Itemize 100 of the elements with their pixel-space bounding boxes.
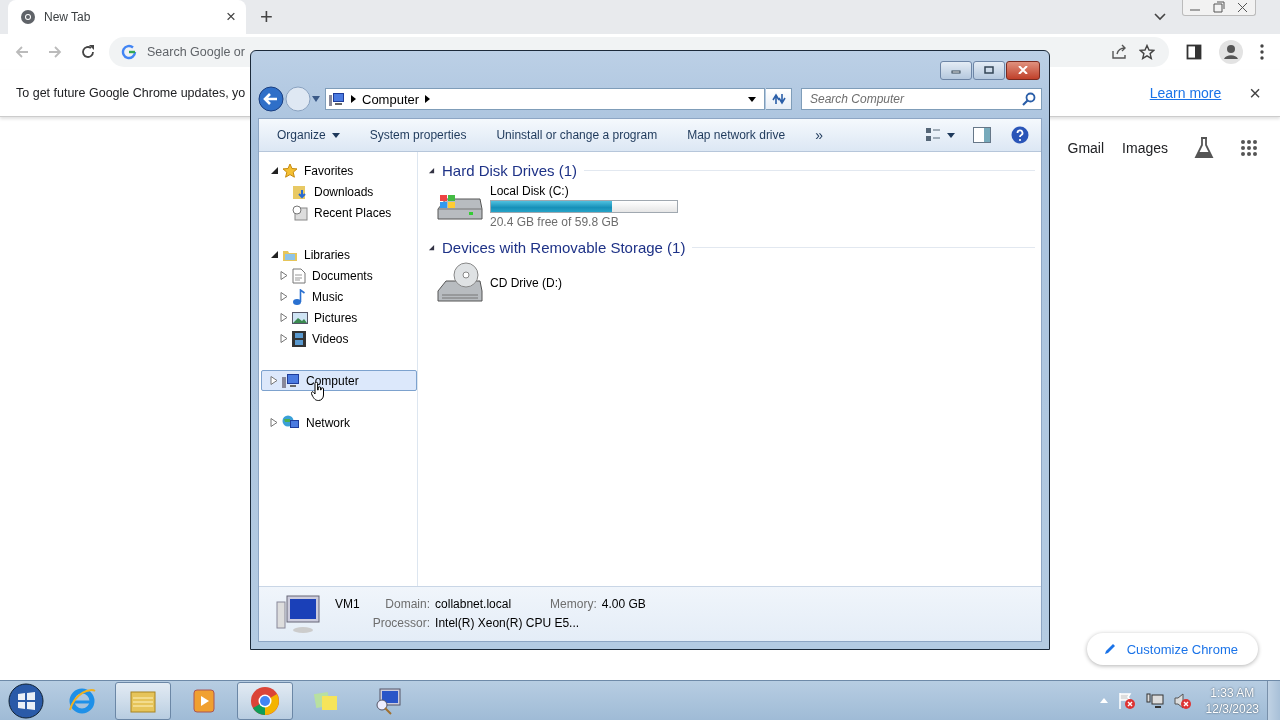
music-note-icon	[292, 288, 306, 305]
tree-item[interactable]: Music	[261, 286, 417, 307]
refresh-icon	[770, 92, 787, 106]
network-icon	[282, 414, 300, 431]
history-dropdown-icon[interactable]	[312, 96, 320, 102]
side-panel-icon[interactable]	[1186, 44, 1202, 60]
pencil-icon	[1102, 642, 1117, 656]
tree-item[interactable]: Network	[261, 412, 417, 433]
close-button[interactable]	[1006, 60, 1040, 80]
toolbar-button[interactable]: Uninstall or change a program	[486, 123, 668, 147]
tree-item[interactable]: Favorites	[261, 160, 417, 181]
more-button[interactable]: »	[805, 123, 833, 147]
detail-label: Processor:	[372, 616, 431, 630]
header-link[interactable]: Gmail	[1067, 140, 1105, 156]
network-status-icon[interactable]	[1145, 691, 1164, 710]
learn-more-link[interactable]: Learn more	[1149, 85, 1222, 101]
browser-tab[interactable]: New Tab ×	[8, 0, 246, 34]
menu-icon[interactable]	[1260, 44, 1264, 60]
drive-name[interactable]: CD Drive (D:)	[490, 276, 562, 290]
dropdown-icon[interactable]	[748, 96, 756, 102]
tab-close-button[interactable]: ×	[226, 7, 236, 27]
downloads-folder-icon	[292, 183, 308, 200]
tree-item[interactable]: Recent Places	[261, 202, 417, 223]
back-button[interactable]	[258, 86, 284, 112]
search-field[interactable]: Search Computer	[801, 88, 1042, 110]
apps-grid-icon[interactable]	[1240, 139, 1258, 157]
google-icon	[121, 44, 137, 60]
maximize-icon	[984, 66, 994, 74]
search-icon	[1022, 92, 1036, 106]
chrome-icon	[20, 9, 36, 25]
computer-icon	[275, 594, 321, 634]
collapse-arrow-icon[interactable]	[270, 166, 278, 175]
tree-item[interactable]: Computer	[261, 370, 417, 391]
detail-label: Domain:	[384, 597, 431, 611]
pictures-icon	[292, 310, 308, 325]
chevron-icon[interactable]	[351, 95, 356, 103]
collapse-arrow-icon[interactable]	[270, 250, 278, 259]
expand-arrow-icon[interactable]	[270, 418, 278, 427]
refresh-button[interactable]	[766, 88, 792, 110]
volume-muted-icon[interactable]	[1173, 691, 1192, 710]
tree-item[interactable]: Videos	[261, 328, 417, 349]
collapse-arrow-icon[interactable]	[428, 243, 435, 251]
expand-arrow-icon[interactable]	[280, 334, 288, 343]
profile-icon[interactable]	[1219, 40, 1243, 64]
reload-icon[interactable]	[80, 44, 96, 60]
address-bar[interactable]: Computer	[325, 88, 765, 110]
tree-item[interactable]: Libraries	[261, 244, 417, 265]
action-center-icon[interactable]	[1117, 691, 1136, 710]
flask-icon[interactable]	[1194, 137, 1214, 159]
computer-icon	[329, 92, 345, 106]
detail-label: Memory:	[550, 597, 597, 611]
new-tab-button[interactable]: +	[260, 4, 273, 30]
film-strip-icon	[292, 330, 306, 347]
tree-item[interactable]: Pictures	[261, 307, 417, 328]
taskbar-button[interactable]	[237, 681, 293, 720]
expand-arrow-icon[interactable]	[280, 313, 288, 322]
customize-chrome-button[interactable]: Customize Chrome	[1086, 633, 1258, 665]
view-options-icon[interactable]	[925, 127, 955, 143]
tree-item[interactable]: Downloads	[261, 181, 417, 202]
breadcrumb-item[interactable]: Computer	[362, 91, 420, 107]
taskbar-button[interactable]	[115, 681, 171, 720]
chevron-icon[interactable]	[425, 95, 431, 103]
document-icon	[292, 267, 306, 284]
update-message: To get future Google Chrome updates, yo	[16, 86, 246, 100]
expand-arrow-icon[interactable]	[280, 292, 288, 301]
tab-title: New Tab	[44, 10, 92, 24]
section-heading[interactable]: Devices with Removable Storage (1)	[442, 238, 686, 256]
drive-name[interactable]: Local Disk (C:)	[490, 184, 678, 198]
minimize-button[interactable]	[940, 60, 972, 80]
help-icon[interactable]	[1011, 126, 1029, 144]
header-link[interactable]: Images	[1122, 140, 1168, 156]
detail-value: 4.00 GB	[601, 597, 646, 611]
start-button[interactable]	[8, 682, 44, 719]
close-icon	[1018, 66, 1028, 74]
star-icon	[282, 162, 298, 179]
star-icon[interactable]	[1139, 44, 1155, 60]
detail-value: Intel(R) Xeon(R) CPU E5...	[435, 616, 581, 630]
toolbar-button[interactable]: Map network drive	[677, 123, 796, 147]
chrome-icon	[250, 685, 280, 716]
computer-icon	[282, 373, 300, 388]
share-icon[interactable]	[1111, 44, 1129, 60]
collapse-arrow-icon[interactable]	[428, 166, 435, 174]
close-button[interactable]: ×	[1249, 81, 1261, 105]
free-space-text: 20.4 GB free of 59.8 GB	[490, 215, 620, 229]
detail-value: collabnet.local	[435, 597, 513, 611]
section-heading[interactable]: Hard Disk Drives (1)	[442, 161, 577, 179]
clock-date: 12/3/2023	[1205, 700, 1259, 717]
toolbar-button[interactable]: Organize	[267, 123, 350, 147]
recent-places-icon	[292, 204, 308, 221]
cd-drive-icon[interactable]	[436, 261, 484, 305]
preview-pane-icon[interactable]	[973, 127, 991, 143]
maximize-button[interactable]	[973, 60, 1005, 80]
tree-item[interactable]: Documents	[261, 265, 417, 286]
expand-arrow-icon[interactable]	[270, 376, 278, 385]
address-input[interactable]: Search Google or	[147, 45, 253, 59]
toolbar-button[interactable]: System properties	[359, 123, 477, 147]
tab-search-icon[interactable]	[1154, 13, 1166, 21]
computer-name: VM1	[335, 597, 360, 611]
clock-time: 1:33 AM	[1210, 684, 1255, 701]
expand-arrow-icon[interactable]	[280, 271, 288, 280]
